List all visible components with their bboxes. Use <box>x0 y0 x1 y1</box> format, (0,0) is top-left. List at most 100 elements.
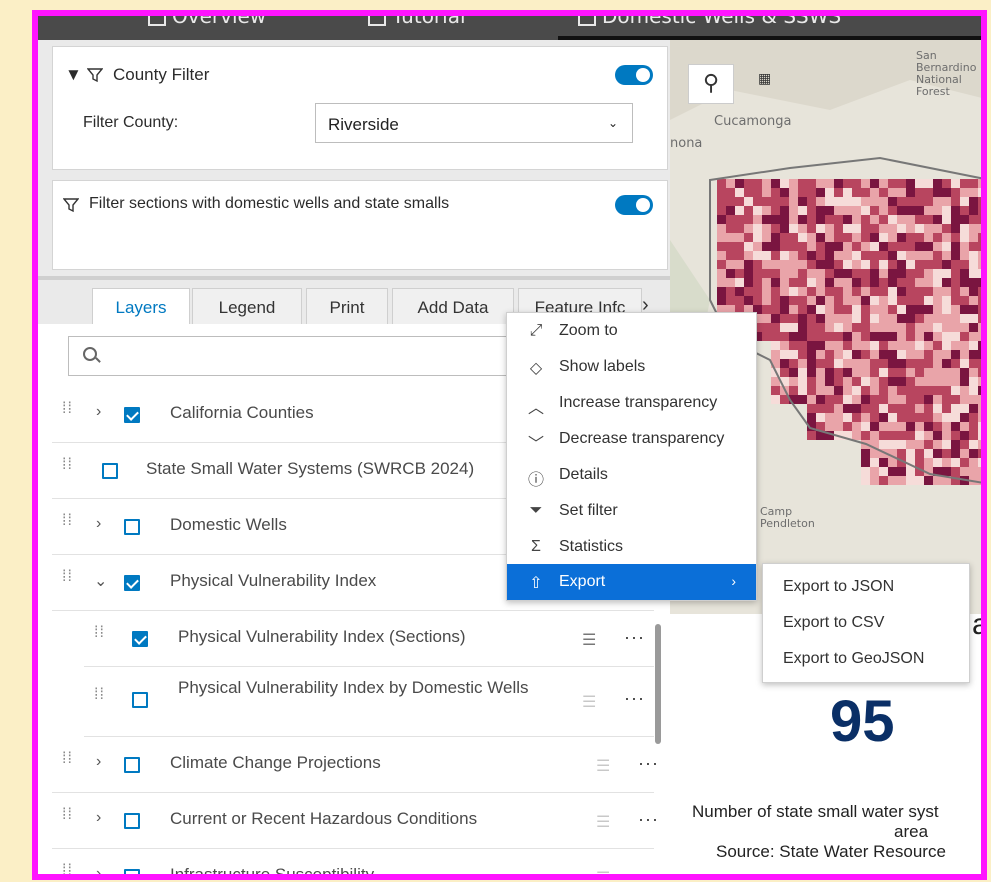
choropleth-cell <box>879 188 888 197</box>
choropleth-cell <box>960 422 969 431</box>
choropleth-cell <box>933 395 942 404</box>
nav-overview[interactable]: Overview <box>148 16 266 28</box>
choropleth-cell <box>807 233 816 242</box>
choropleth-cell <box>978 413 981 422</box>
choropleth-cell <box>897 404 906 413</box>
layer-row-pvi-sections[interactable]: ⁞⁞ Physical Vulnerability Index (Section… <box>84 610 654 667</box>
layer-row-pvi-domestic-wells[interactable]: ⁞⁞ Physical Vulnerability Index by Domes… <box>84 666 654 737</box>
layer-row-climate-change-projections[interactable]: ⁞⁞ › Climate Change Projections ☰ ··· <box>52 736 658 793</box>
drag-handle-icon[interactable]: ⁞⁞ <box>62 863 72 875</box>
legend-icon[interactable]: ☰ <box>596 868 610 874</box>
tab-print[interactable]: Print <box>306 288 388 328</box>
layer-checkbox[interactable] <box>132 692 148 708</box>
choropleth-cell <box>888 413 897 422</box>
choropleth-cell <box>960 377 969 386</box>
chevron-right-icon[interactable]: › <box>96 753 101 771</box>
more-options-icon[interactable]: ··· <box>638 865 659 874</box>
chevron-right-icon[interactable]: › <box>96 809 101 827</box>
map-label-forest: San Bernardino National Forest <box>916 49 977 98</box>
chevron-right-icon[interactable]: › <box>96 865 101 874</box>
choropleth-cell <box>870 188 879 197</box>
more-options-icon[interactable]: ··· <box>624 688 645 709</box>
map-search-button[interactable]: ⚲ <box>688 64 734 104</box>
choropleth-cell <box>960 269 969 278</box>
choropleth-cell <box>735 269 744 278</box>
layer-list-scrollbar[interactable] <box>655 624 661 744</box>
layer-row-infrastructure-susceptibility[interactable]: ⁞⁞ › Infrastructure Susceptibility ☰ ··· <box>52 848 658 875</box>
layer-checkbox[interactable] <box>124 869 140 874</box>
layer-checkbox[interactable] <box>124 575 140 591</box>
county-select[interactable]: Riverside ⌄ <box>315 103 633 143</box>
choropleth-cell <box>816 242 825 251</box>
choropleth-cell <box>789 260 798 269</box>
section-filter-toggle[interactable] <box>615 195 653 215</box>
layer-row-hazardous-conditions[interactable]: ⁞⁞ › Current or Recent Hazardous Conditi… <box>52 792 658 849</box>
tab-add-data[interactable]: Add Data <box>392 288 514 328</box>
menu-item-zoom-to[interactable]: ⤢ Zoom to <box>507 313 756 349</box>
layer-checkbox[interactable] <box>102 463 118 479</box>
legend-icon[interactable]: ☰ <box>582 692 596 712</box>
choropleth-cell <box>915 251 924 260</box>
drag-handle-icon[interactable]: ⁞⁞ <box>62 751 72 774</box>
choropleth-cell <box>888 197 897 206</box>
choropleth-cell <box>735 179 744 188</box>
more-options-icon[interactable]: ··· <box>624 627 645 648</box>
layer-checkbox[interactable] <box>124 519 140 535</box>
layer-checkbox[interactable] <box>132 631 148 647</box>
menu-item-increase-transparency[interactable]: ︿ Increase transparency <box>507 385 756 421</box>
choropleth-cell <box>879 377 888 386</box>
choropleth-cell <box>942 305 951 314</box>
drag-handle-icon[interactable]: ⁞⁞ <box>94 687 104 710</box>
menu-item-statistics[interactable]: Σ Statistics <box>507 529 756 565</box>
more-options-icon[interactable]: ··· <box>638 809 659 830</box>
submenu-item-export-csv[interactable]: Export to CSV <box>783 614 884 632</box>
legend-icon[interactable]: ☰ <box>582 630 596 650</box>
more-options-icon[interactable]: ··· <box>638 753 659 774</box>
menu-item-decrease-transparency[interactable]: ﹀ Decrease transparency <box>507 421 756 457</box>
drag-handle-icon[interactable]: ⁞⁞ <box>94 625 104 648</box>
layer-checkbox[interactable] <box>124 813 140 829</box>
layer-checkbox[interactable] <box>124 757 140 773</box>
nav-tutorial[interactable]: Tutorial <box>368 16 466 28</box>
menu-item-set-filter[interactable]: ⏷ Set filter <box>507 493 756 529</box>
choropleth-cell <box>816 404 825 413</box>
basemap-gallery-icon[interactable]: ▦ <box>758 70 771 87</box>
submenu-item-export-geojson[interactable]: Export to GeoJSON <box>783 650 924 668</box>
map-label-cucamonga: Cucamonga <box>714 114 792 129</box>
choropleth-cell <box>888 395 897 404</box>
drag-handle-icon[interactable]: ⁞⁞ <box>62 513 72 536</box>
chevron-right-icon[interactable]: › <box>96 515 101 533</box>
legend-icon[interactable]: ☰ <box>596 756 610 776</box>
legend-icon[interactable]: ☰ <box>596 812 610 832</box>
choropleth-cell <box>834 206 843 215</box>
drag-handle-icon[interactable]: ⁞⁞ <box>62 807 72 830</box>
drag-handle-icon[interactable]: ⁞⁞ <box>62 569 72 592</box>
tab-legend[interactable]: Legend <box>192 288 302 328</box>
choropleth-cell <box>807 332 816 341</box>
choropleth-cell <box>816 296 825 305</box>
drag-handle-icon[interactable]: ⁞⁞ <box>62 401 72 424</box>
drag-handle-icon[interactable]: ⁞⁞ <box>62 457 72 480</box>
layer-label: Domestic Wells <box>170 515 287 534</box>
choropleth-cell <box>915 431 924 440</box>
menu-item-show-labels[interactable]: ◇ Show labels <box>507 349 756 385</box>
choropleth-cell <box>852 278 861 287</box>
submenu-item-export-json[interactable]: Export to JSON <box>783 578 894 596</box>
nav-domestic-wells[interactable]: Domestic Wells & SSWS <box>578 16 841 28</box>
choropleth-cell <box>906 197 915 206</box>
county-filter-toggle[interactable] <box>615 65 653 85</box>
choropleth-cell <box>834 404 843 413</box>
choropleth-cell <box>753 179 762 188</box>
chevron-down-icon[interactable]: ⌄ <box>94 571 107 591</box>
tab-layers[interactable]: Layers <box>92 288 190 328</box>
chevron-right-icon[interactable]: › <box>96 403 101 421</box>
choropleth-cell <box>798 197 807 206</box>
menu-item-details[interactable]: ⓘ Details <box>507 457 756 493</box>
choropleth-cell <box>978 233 981 242</box>
choropleth-cell <box>960 242 969 251</box>
layer-checkbox[interactable] <box>124 407 140 423</box>
collapse-caret-icon[interactable]: ▼ <box>65 65 82 85</box>
menu-item-export[interactable]: ⇧ Export › <box>507 564 756 600</box>
choropleth-cell <box>726 260 735 269</box>
choropleth-cell <box>825 341 834 350</box>
